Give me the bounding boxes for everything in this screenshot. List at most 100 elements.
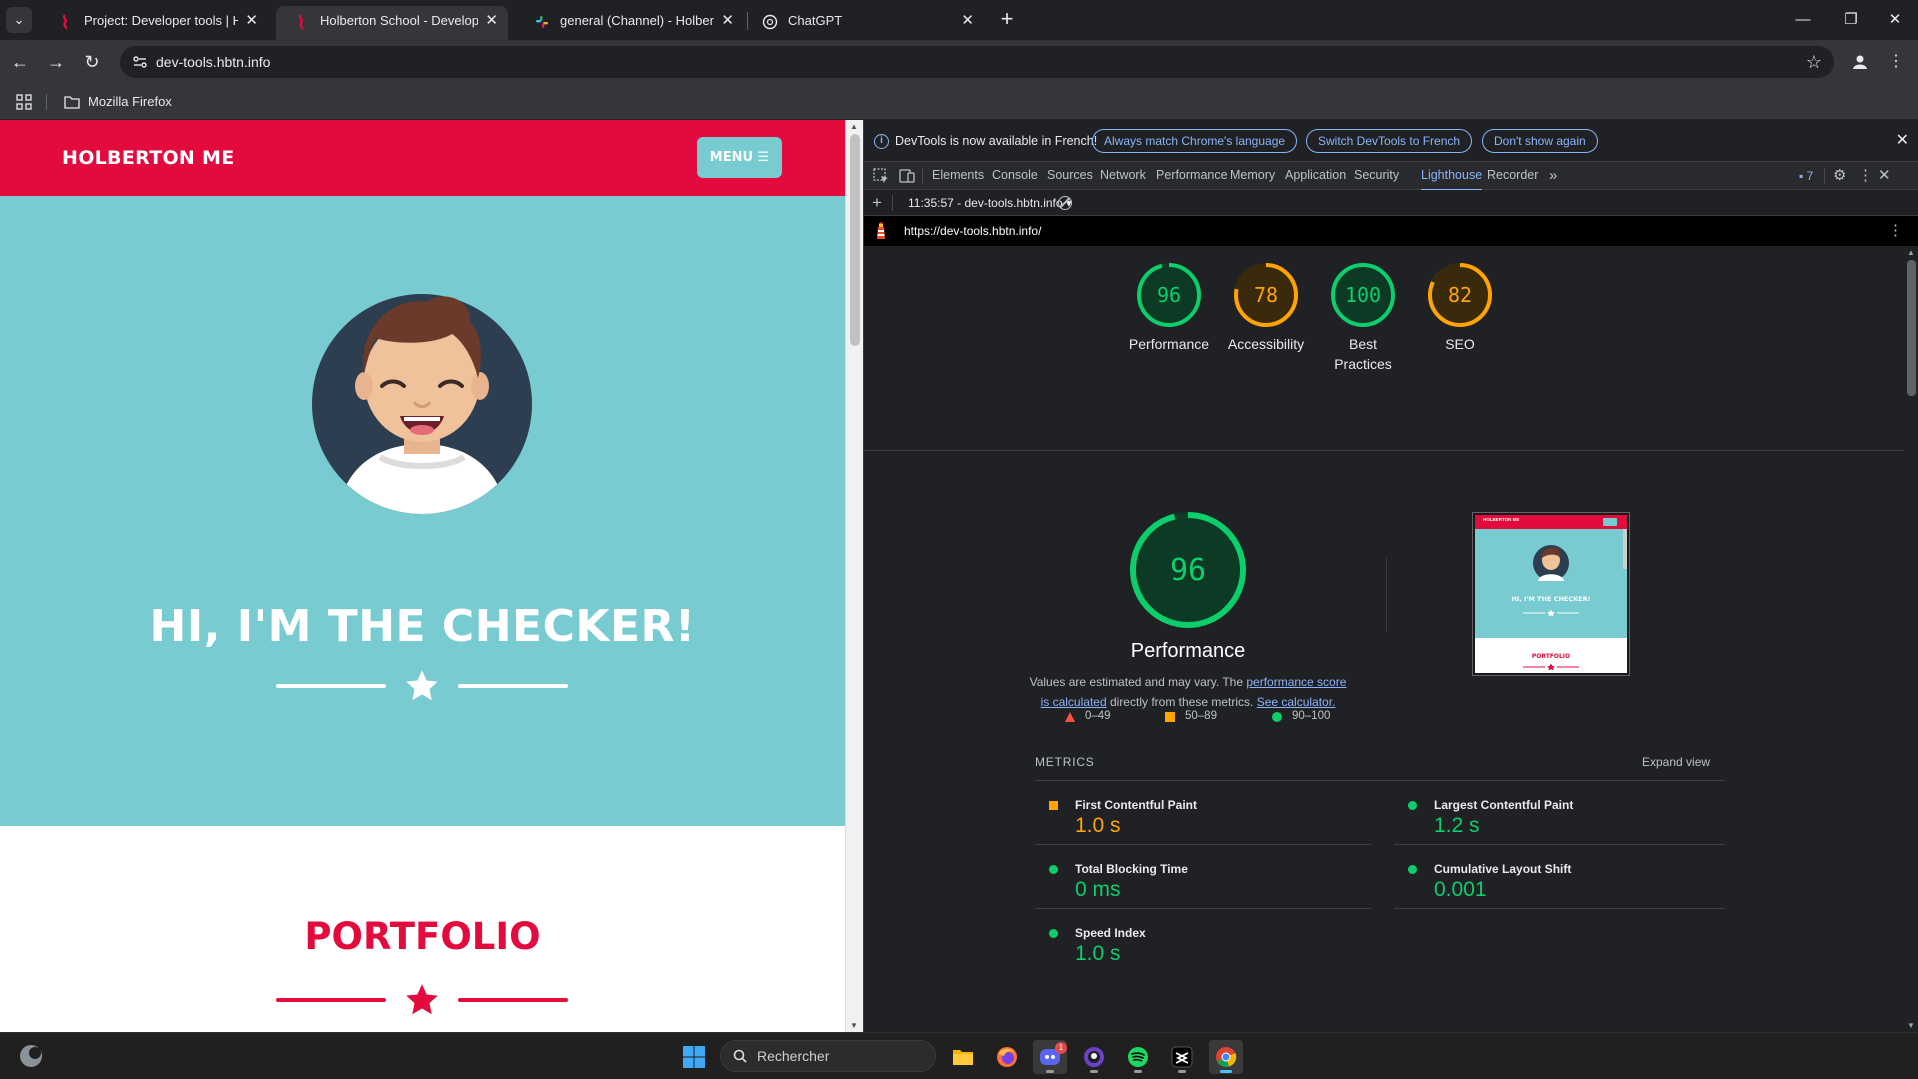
tab-search-button[interactable]: ⌄: [6, 7, 32, 33]
metric-cumulative-layout-shift[interactable]: Cumulative Layout Shift 0.001: [1394, 844, 1670, 908]
running-indicator: [1046, 1070, 1054, 1073]
restore-icon[interactable]: ❐: [1828, 0, 1874, 40]
metric-name: Speed Index: [1075, 926, 1146, 940]
report-url[interactable]: https://dev-tools.hbtn.info/: [904, 216, 1041, 246]
gauge-best-practices[interactable]: 100 Best Practices: [1313, 262, 1413, 382]
taskbar-file-explorer[interactable]: [946, 1040, 980, 1074]
score-gauge: 82: [1428, 263, 1492, 327]
performance-score: 96: [1170, 553, 1206, 588]
window-close-icon[interactable]: ✕: [1872, 0, 1918, 40]
gauge-seo[interactable]: 82 SEO: [1410, 262, 1510, 382]
report-selector[interactable]: 11:35:57 - dev-tools.hbtn.info ▾: [908, 190, 1072, 216]
scroll-up-arrow-icon[interactable]: ▲: [850, 122, 858, 131]
taskbar-discord[interactable]: 1: [1033, 1040, 1067, 1074]
close-icon[interactable]: ✕: [721, 6, 734, 36]
see-calculator-link[interactable]: See calculator.: [1257, 695, 1336, 709]
reload-icon[interactable]: ↻: [78, 48, 106, 76]
tab-network[interactable]: Network: [1100, 162, 1146, 189]
tab-elements[interactable]: Elements: [932, 162, 984, 189]
new-tab-button[interactable]: +: [993, 6, 1021, 34]
dont-show-again-button[interactable]: Don't show again: [1482, 129, 1598, 153]
new-report-icon[interactable]: +: [872, 190, 882, 216]
divider-line: [276, 998, 386, 1002]
scroll-down-arrow-icon[interactable]: ▼: [1907, 1021, 1915, 1030]
metric-first-contentful-paint[interactable]: First Contentful Paint 1.0 s: [1035, 780, 1311, 844]
tab-security[interactable]: Security: [1354, 162, 1399, 189]
metric-total-blocking-time[interactable]: Total Blocking Time 0 ms: [1035, 844, 1311, 908]
tab-performance[interactable]: Performance: [1156, 162, 1228, 189]
square-icon: [1049, 801, 1058, 810]
bookmark-folder-mozilla-firefox[interactable]: Mozilla Firefox: [64, 84, 172, 120]
tab-chatgpt[interactable]: ChatGPT ✕: [752, 6, 984, 40]
taskbar-search-box[interactable]: Rechercher: [720, 1040, 936, 1072]
thumbnail-section-title: PORTFOLIO: [1531, 653, 1571, 660]
metric-name: Largest Contentful Paint: [1434, 798, 1574, 812]
tab-title: Holberton School - Developer tools: [320, 13, 478, 28]
inspect-element-icon[interactable]: [872, 167, 890, 185]
close-icon[interactable]: ✕: [961, 6, 974, 36]
taskbar-firefox[interactable]: [990, 1040, 1024, 1074]
thumbnail-divider: [1523, 609, 1579, 617]
legend-range: 50–89: [1185, 710, 1217, 722]
always-match-language-button[interactable]: Always match Chrome's language: [1092, 129, 1298, 153]
site-brand[interactable]: HOLBERTON ME: [62, 120, 235, 196]
tab-console[interactable]: Console: [992, 162, 1038, 189]
page-scrollbar-thumb[interactable]: [850, 134, 860, 346]
tab-holberton-developer-tools[interactable]: Holberton School - Developer tools ✕: [276, 6, 508, 40]
tab-project-developer-tools[interactable]: Project: Developer tools | Holberton ✕: [40, 6, 268, 40]
minimize-icon[interactable]: —: [1780, 0, 1826, 40]
more-tabs-icon[interactable]: »: [1549, 162, 1557, 189]
customize-menu-icon[interactable]: ⋮: [1858, 162, 1873, 190]
gauge-accessibility[interactable]: 78 Accessibility: [1216, 262, 1316, 382]
info-icon: i: [874, 134, 889, 149]
final-screenshot-thumbnail[interactable]: HOLBERTON ME HI, I'M THE CHECKER! PORTFO…: [1473, 513, 1629, 675]
site-info-icon[interactable]: [132, 54, 148, 70]
taskbar-github-desktop[interactable]: [1077, 1040, 1111, 1074]
tab-recorder[interactable]: Recorder: [1487, 162, 1538, 189]
switch-to-french-button[interactable]: Switch DevTools to French: [1306, 129, 1473, 153]
tab-application[interactable]: Application: [1285, 162, 1346, 189]
metric-speed-index[interactable]: Speed Index 1.0 s: [1035, 908, 1311, 972]
expand-view-toggle[interactable]: Expand view: [1642, 755, 1710, 769]
square-icon: [1165, 712, 1175, 722]
thumbnail-title: HI, I'M THE CHECKER!: [1511, 595, 1591, 603]
gauge-performance[interactable]: 96 Performance: [1119, 262, 1219, 382]
back-arrow-icon[interactable]: ←: [6, 48, 34, 76]
tab-title: Project: Developer tools | Holberton: [84, 13, 238, 28]
apps-grid-icon[interactable]: [16, 94, 32, 110]
metric-largest-contentful-paint[interactable]: Largest Contentful Paint 1.2 s: [1394, 780, 1670, 844]
close-icon[interactable]: ✕: [1896, 120, 1909, 162]
address-bar[interactable]: dev-tools.hbtn.info ☆: [120, 46, 1834, 78]
tab-slack-general[interactable]: general (Channel) - Holberton School ✕: [516, 6, 744, 40]
windows-start-icon[interactable]: [683, 1046, 705, 1068]
chrome-menu-icon[interactable]: ⋮: [1882, 48, 1910, 76]
taskbar-capcut[interactable]: [1165, 1040, 1199, 1074]
scroll-down-arrow-icon[interactable]: ▼: [850, 1021, 858, 1030]
lighthouse-scrollbar-thumb[interactable]: [1907, 260, 1916, 396]
widgets-icon[interactable]: [20, 1045, 42, 1067]
close-icon[interactable]: ✕: [245, 6, 258, 36]
forward-arrow-icon[interactable]: →: [42, 48, 70, 76]
close-devtools-icon[interactable]: ✕: [1878, 162, 1891, 190]
close-icon[interactable]: ✕: [485, 6, 498, 36]
device-toolbar-icon[interactable]: [898, 167, 916, 185]
clear-reports-icon[interactable]: [1058, 196, 1072, 210]
tab-sources[interactable]: Sources: [1047, 162, 1093, 189]
divider-line: [458, 998, 568, 1002]
report-menu-icon[interactable]: ⋮: [1888, 216, 1903, 246]
tab-memory[interactable]: Memory: [1230, 162, 1275, 189]
bookmark-star-icon[interactable]: ☆: [1806, 46, 1822, 78]
page-scrollbar[interactable]: ▲ ▼: [845, 120, 863, 1032]
taskbar-chrome[interactable]: [1209, 1040, 1243, 1074]
tab-lighthouse[interactable]: Lighthouse: [1421, 162, 1483, 191]
profile-icon[interactable]: [1846, 48, 1874, 76]
issues-badge[interactable]: ▪ 7: [1799, 162, 1813, 190]
devtools-tab-bar: Elements Console Sources Network Perform…: [864, 162, 1918, 191]
lighthouse-scrollbar[interactable]: ▲ ▼: [1904, 246, 1918, 1032]
scroll-up-arrow-icon[interactable]: ▲: [1907, 248, 1915, 257]
taskbar-spotify[interactable]: [1121, 1040, 1155, 1074]
menu-button[interactable]: MENU ☰: [697, 137, 782, 178]
settings-gear-icon[interactable]: ⚙: [1833, 162, 1846, 190]
desc-text: Values are estimated and may vary. The: [1029, 675, 1247, 689]
thumbnail-scrollbar: [1623, 529, 1627, 569]
